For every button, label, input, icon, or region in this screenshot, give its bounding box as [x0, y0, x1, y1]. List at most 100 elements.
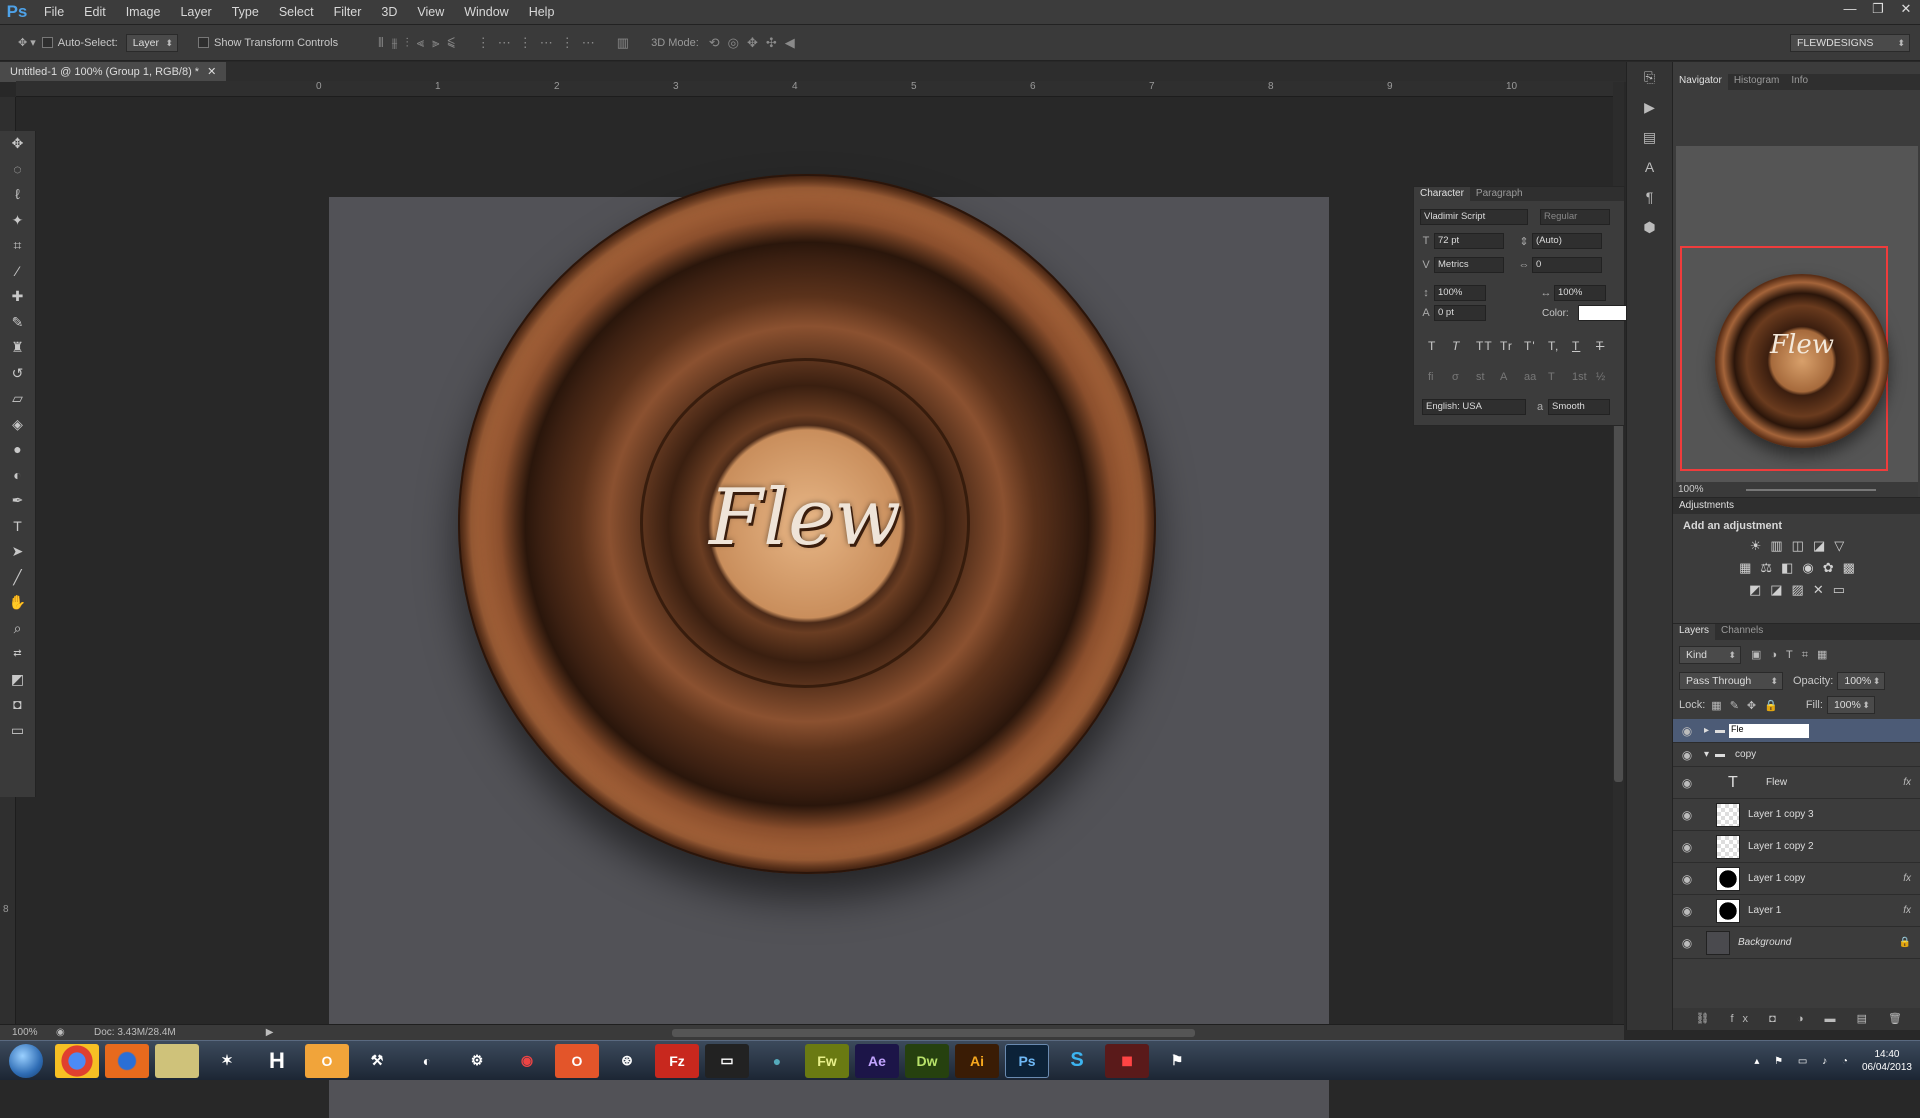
menu-3d[interactable]: 3D: [371, 0, 407, 25]
type-tool-icon[interactable]: T: [0, 514, 35, 540]
sphere-app-icon[interactable]: ●: [755, 1044, 799, 1078]
after-effects-icon[interactable]: Ae: [855, 1043, 899, 1078]
menu-help[interactable]: Help: [519, 0, 565, 25]
menu-window[interactable]: Window: [454, 0, 518, 25]
adjustment-icons-row-3[interactable]: ◩ ◪ ▨ ✕ ▭: [1673, 582, 1920, 598]
tools-app-icon[interactable]: ⚒: [355, 1044, 399, 1078]
zoom-slider[interactable]: [1746, 489, 1876, 491]
character-panel-icon[interactable]: A: [1627, 152, 1672, 182]
opentype-titling-button[interactable]: aa: [1524, 371, 1548, 383]
tab-character[interactable]: Character: [1414, 187, 1470, 201]
eraser-tool-icon[interactable]: ▱: [0, 386, 35, 412]
history-brush-icon[interactable]: ↺: [0, 361, 35, 387]
font-style-field[interactable]: Regular: [1540, 209, 1610, 225]
style-underline-button[interactable]: T: [1572, 339, 1596, 353]
paragraph-panel-icon[interactable]: ¶: [1627, 182, 1672, 212]
screen-mode-icon[interactable]: ▭: [0, 718, 35, 744]
distribute-icons[interactable]: ⋮⋯⋮⋯⋮⋯: [477, 35, 603, 51]
fill-field[interactable]: 100%: [1826, 696, 1875, 714]
align-icons[interactable]: ⫴⫵⫶⫷⫸⫹: [378, 35, 463, 51]
menu-filter[interactable]: Filter: [324, 0, 372, 25]
magic-wand-icon[interactable]: ✦: [0, 208, 35, 234]
opentype-discretionary-button[interactable]: σ: [1452, 371, 1476, 383]
zoom-tool-icon[interactable]: ⌕: [0, 616, 35, 642]
misc-app-icon[interactable]: ⚑: [1155, 1044, 1199, 1078]
leading-field[interactable]: (Auto): [1532, 233, 1602, 249]
layer-row-group-flew[interactable]: ◉ ▸ ▬ Fle: [1673, 719, 1920, 743]
layer-row-layer1-copy3[interactable]: ◉ Layer 1 copy 3: [1673, 799, 1920, 831]
lock-icons[interactable]: ▦✎✥🔒: [1711, 699, 1786, 712]
cinema4d-icon[interactable]: ⊛: [605, 1044, 649, 1078]
language-dropdown[interactable]: English: USA: [1422, 399, 1526, 415]
auto-select-dropdown[interactable]: Layer: [125, 33, 178, 52]
visibility-eye-icon[interactable]: ◉: [1676, 724, 1698, 738]
layer-row-text-flew[interactable]: ◉ T Flew fx: [1673, 767, 1920, 799]
move-tool-icon[interactable]: ✥ ▾: [18, 36, 36, 49]
tab-info[interactable]: Info: [1785, 74, 1814, 90]
3d-panel-icon[interactable]: ⬢: [1627, 212, 1672, 242]
visibility-eye-icon[interactable]: ◉: [1676, 808, 1698, 822]
auto-align-icon[interactable]: ▥: [617, 35, 637, 51]
visibility-eye-icon[interactable]: ◉: [1676, 872, 1698, 886]
opentype-ornaments-button[interactable]: T: [1548, 371, 1572, 383]
layer-filter-kind[interactable]: Kind: [1679, 646, 1741, 664]
expanded-arrow-icon[interactable]: ▾: [1704, 749, 1709, 760]
lasso-tool-icon[interactable]: ℓ: [0, 182, 35, 208]
text-color-swatch[interactable]: [1578, 305, 1630, 321]
workspace-dropdown[interactable]: FLEWDESIGNS: [1790, 34, 1910, 52]
file-explorer-icon[interactable]: [155, 1043, 199, 1078]
adjustments-title[interactable]: Adjustments: [1673, 498, 1920, 514]
dodge-tool-icon[interactable]: ◐: [0, 463, 35, 489]
tab-navigator[interactable]: Navigator: [1673, 74, 1728, 90]
sketch-app-icon[interactable]: ✶: [205, 1044, 249, 1078]
menu-select[interactable]: Select: [269, 0, 324, 25]
actions-panel-icon[interactable]: ▶: [1627, 92, 1672, 122]
document-tab[interactable]: Untitled-1 @ 100% (Group 1, RGB/8) * ✕: [0, 62, 227, 82]
menu-view[interactable]: View: [407, 0, 454, 25]
start-button[interactable]: [0, 1041, 52, 1081]
close-icon[interactable]: ✕: [1892, 0, 1920, 20]
color-swatches[interactable]: ◩: [0, 667, 35, 693]
filter-icons[interactable]: ▣◑T⌗▦: [1751, 648, 1836, 662]
style-subscript-button[interactable]: T,: [1548, 339, 1572, 353]
antialias-dropdown[interactable]: Smooth: [1548, 399, 1610, 415]
tab-paragraph[interactable]: Paragraph: [1470, 187, 1529, 201]
layer-row-background[interactable]: ◉ Background 🔒: [1673, 927, 1920, 959]
horizontal-scroll-thumb[interactable]: [672, 1029, 1195, 1037]
tray-icons[interactable]: ▴ ⚑ ▭ ♪ ◔: [1754, 1056, 1854, 1067]
paint-bucket-icon[interactable]: ◈: [0, 412, 35, 438]
menu-type[interactable]: Type: [222, 0, 269, 25]
navigator-zoom-value[interactable]: 100%: [1678, 484, 1704, 495]
menu-file[interactable]: File: [34, 0, 74, 25]
scroll-thumb[interactable]: [1614, 422, 1623, 782]
layers-footer-icons[interactable]: ⛓ fx ◘ ◑ ▬ ▤ 🗑: [1695, 1013, 1911, 1025]
opentype-ligature-button[interactable]: fi: [1428, 371, 1452, 383]
move-tool-icon[interactable]: ✥: [0, 131, 35, 157]
layer-row-group-copy[interactable]: ◉ ▾ ▬ copy: [1673, 743, 1920, 767]
doc-size[interactable]: Doc: 3.43M/28.4M: [94, 1027, 176, 1038]
recorder-icon[interactable]: ◼: [1105, 1043, 1149, 1078]
brush-tool-icon[interactable]: ✎: [0, 310, 35, 336]
hand-tool-icon[interactable]: ✋: [0, 590, 35, 616]
show-transform-checkbox[interactable]: [197, 37, 209, 48]
quick-mask-icon[interactable]: ◘: [0, 692, 35, 718]
fx-icon[interactable]: fx: [1903, 905, 1911, 916]
stamp-tool-icon[interactable]: ♜: [0, 335, 35, 361]
marquee-tool-icon[interactable]: ◌: [0, 157, 35, 183]
dreamweaver-icon[interactable]: Dw: [905, 1043, 949, 1078]
auto-select-checkbox[interactable]: [41, 37, 53, 48]
font-family-field[interactable]: Vladimir Script: [1420, 209, 1528, 225]
shape-tool-icon[interactable]: ╱: [0, 565, 35, 591]
tab-histogram[interactable]: Histogram: [1728, 74, 1786, 90]
horizontal-scale-field[interactable]: 100%: [1554, 285, 1606, 301]
style-small-caps-button[interactable]: Tr: [1500, 339, 1524, 353]
kerning-field[interactable]: Metrics: [1434, 257, 1504, 273]
healing-brush-icon[interactable]: ✚: [0, 284, 35, 310]
path-select-icon[interactable]: ➤: [0, 539, 35, 565]
history-panel-icon[interactable]: ⎘: [1627, 62, 1672, 92]
vertical-scale-field[interactable]: 100%: [1434, 285, 1486, 301]
h-app-icon[interactable]: H: [255, 1044, 299, 1078]
visibility-eye-icon[interactable]: ◉: [1676, 748, 1698, 762]
camera-app-icon[interactable]: ◉: [505, 1044, 549, 1078]
visibility-eye-icon[interactable]: ◉: [1676, 936, 1698, 950]
